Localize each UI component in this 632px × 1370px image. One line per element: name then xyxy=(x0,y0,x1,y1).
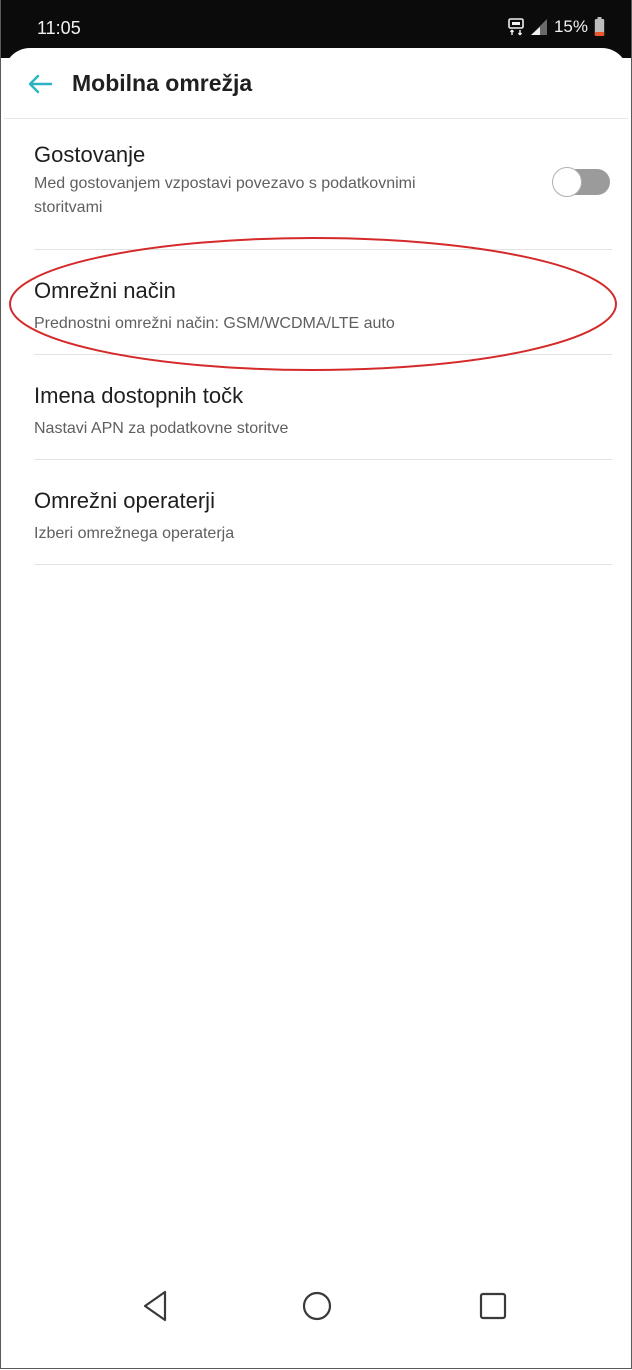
setting-apn-title: Imena dostopnih točk xyxy=(34,383,244,408)
setting-network-operators-title: Omrežni operaterji xyxy=(34,488,215,513)
battery-low-icon xyxy=(594,17,605,36)
setting-network-operators[interactable]: Omrežni operaterji Izberi omrežnega oper… xyxy=(34,460,612,565)
nav-home-circle-icon[interactable] xyxy=(295,1284,339,1328)
nav-back-triangle-icon[interactable] xyxy=(133,1284,177,1328)
app-bar: Mobilna omrežja xyxy=(4,48,628,119)
settings-screen: Mobilna omrežja Gostovanje Med gostovanj… xyxy=(4,48,628,1368)
signal-icon xyxy=(530,19,547,35)
settings-list: Gostovanje Med gostovanjem vzpostavi pov… xyxy=(4,118,628,565)
page-title: Mobilna omrežja xyxy=(72,70,253,96)
toggle-knob xyxy=(552,167,582,197)
nav-recents-square-icon[interactable] xyxy=(471,1284,515,1328)
setting-apn-subtitle: Nastavi APN za podatkovne storitve xyxy=(34,420,289,437)
setting-network-operators-subtitle: Izberi omrežnega operaterja xyxy=(34,525,235,542)
setting-network-mode[interactable]: Omrežni način Prednostni omrežni način: … xyxy=(34,250,612,355)
setting-roaming[interactable]: Gostovanje Med gostovanjem vzpostavi pov… xyxy=(34,118,612,250)
phone-screen: 11:05 15% Mobilna omrežja Gostovanje Med… xyxy=(0,0,632,1369)
setting-roaming-title: Gostovanje xyxy=(34,142,146,167)
setting-roaming-subtitle: Med gostovanjem vzpostavi povezavo s pod… xyxy=(34,175,416,216)
status-time: 11:05 xyxy=(37,18,81,38)
battery-percent: 15% xyxy=(553,17,588,36)
navigation-bar xyxy=(1,1256,631,1368)
roaming-toggle[interactable] xyxy=(550,167,612,197)
setting-apn[interactable]: Imena dostopnih točk Nastavi APN za poda… xyxy=(34,355,612,460)
setting-network-mode-subtitle: Prednostni omrežni način: GSM/WCDMA/LTE … xyxy=(34,315,395,332)
status-icons: 15% xyxy=(508,14,605,40)
data-icon xyxy=(508,18,524,36)
arrow-left-icon[interactable] xyxy=(26,70,54,98)
setting-network-mode-title: Omrežni način xyxy=(34,278,176,303)
